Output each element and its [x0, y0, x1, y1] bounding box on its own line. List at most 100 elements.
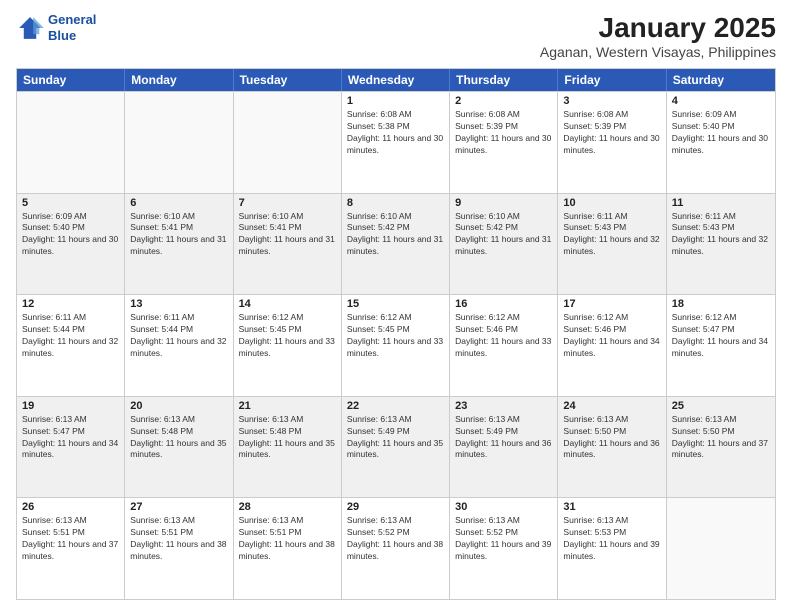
- day-info: Sunrise: 6:10 AM Sunset: 5:41 PM Dayligh…: [239, 211, 336, 259]
- day-number: 14: [239, 298, 336, 310]
- cal-cell: 15 Sunrise: 6:12 AM Sunset: 5:45 PM Dayli…: [342, 295, 450, 396]
- cal-cell: 28 Sunrise: 6:13 AM Sunset: 5:51 PM Dayli…: [234, 498, 342, 599]
- day-info: Sunrise: 6:13 AM Sunset: 5:51 PM Dayligh…: [239, 515, 336, 563]
- cal-cell: 13 Sunrise: 6:11 AM Sunset: 5:44 PM Dayli…: [125, 295, 233, 396]
- day-number: 4: [672, 95, 770, 107]
- day-info: Sunrise: 6:09 AM Sunset: 5:40 PM Dayligh…: [22, 211, 119, 259]
- cal-cell: 25 Sunrise: 6:13 AM Sunset: 5:50 PM Dayli…: [667, 397, 775, 498]
- day-info: Sunrise: 6:12 AM Sunset: 5:46 PM Dayligh…: [455, 312, 552, 360]
- cal-cell: 30Sunrise: 6:13 AM Sunset: 5:52 PM Dayli…: [450, 498, 558, 599]
- cal-cell: 16Sunrise: 6:12 AM Sunset: 5:46 PM Dayli…: [450, 295, 558, 396]
- cal-cell: [125, 92, 233, 193]
- header-monday: Monday: [125, 69, 233, 91]
- week-row-3: 19Sunrise: 6:13 AM Sunset: 5:47 PM Dayli…: [17, 396, 775, 498]
- day-number: 22: [347, 400, 444, 412]
- day-info: Sunrise: 6:13 AM Sunset: 5:50 PM Dayligh…: [672, 414, 770, 462]
- cal-cell: 5 Sunrise: 6:09 AM Sunset: 5:40 PM Daylig…: [17, 194, 125, 295]
- cal-cell: 26 Sunrise: 6:13 AM Sunset: 5:51 PM Dayli…: [17, 498, 125, 599]
- day-number: 21: [239, 400, 336, 412]
- day-info: Sunrise: 6:13 AM Sunset: 5:49 PM Dayligh…: [455, 414, 552, 462]
- day-number: 10: [563, 197, 660, 209]
- day-number: 8: [347, 197, 444, 209]
- day-info: Sunrise: 6:13 AM Sunset: 5:49 PM Dayligh…: [347, 414, 444, 462]
- week-row-2: 12 Sunrise: 6:11 AM Sunset: 5:44 PM Dayli…: [17, 294, 775, 396]
- cal-cell: [667, 498, 775, 599]
- week-row-1: 5 Sunrise: 6:09 AM Sunset: 5:40 PM Daylig…: [17, 193, 775, 295]
- day-info: Sunrise: 6:13 AM Sunset: 5:52 PM Dayligh…: [455, 515, 552, 563]
- day-info: Sunrise: 6:13 AM Sunset: 5:51 PM Dayligh…: [22, 515, 119, 563]
- day-number: 28: [239, 501, 336, 513]
- cal-cell: 1 Sunrise: 6:08 AM Sunset: 5:38 PM Daylig…: [342, 92, 450, 193]
- day-info: Sunrise: 6:11 AM Sunset: 5:44 PM Dayligh…: [130, 312, 227, 360]
- day-number: 6: [130, 197, 227, 209]
- cal-cell: 12 Sunrise: 6:11 AM Sunset: 5:44 PM Dayli…: [17, 295, 125, 396]
- week-row-0: 1 Sunrise: 6:08 AM Sunset: 5:38 PM Daylig…: [17, 91, 775, 193]
- day-number: 26: [22, 501, 119, 513]
- day-info: Sunrise: 6:12 AM Sunset: 5:46 PM Dayligh…: [563, 312, 660, 360]
- cal-cell: [234, 92, 342, 193]
- day-number: 24: [563, 400, 660, 412]
- day-info: Sunrise: 6:12 AM Sunset: 5:45 PM Dayligh…: [239, 312, 336, 360]
- day-info: Sunrise: 6:11 AM Sunset: 5:44 PM Dayligh…: [22, 312, 119, 360]
- cal-cell: 21 Sunrise: 6:13 AM Sunset: 5:48 PM Dayli…: [234, 397, 342, 498]
- page: General Blue January 2025 Aganan, Wester…: [0, 0, 792, 612]
- header-sunday: Sunday: [17, 69, 125, 91]
- cal-cell: 20 Sunrise: 6:13 AM Sunset: 5:48 PM Dayli…: [125, 397, 233, 498]
- cal-cell: 27Sunrise: 6:13 AM Sunset: 5:51 PM Dayli…: [125, 498, 233, 599]
- cal-cell: 23Sunrise: 6:13 AM Sunset: 5:49 PM Dayli…: [450, 397, 558, 498]
- logo-icon: [16, 14, 44, 42]
- cal-cell: 29Sunrise: 6:13 AM Sunset: 5:52 PM Dayli…: [342, 498, 450, 599]
- day-number: 31: [563, 501, 660, 513]
- day-info: Sunrise: 6:13 AM Sunset: 5:48 PM Dayligh…: [130, 414, 227, 462]
- day-info: Sunrise: 6:10 AM Sunset: 5:42 PM Dayligh…: [347, 211, 444, 259]
- day-number: 15: [347, 298, 444, 310]
- day-number: 20: [130, 400, 227, 412]
- title-block: January 2025 Aganan, Western Visayas, Ph…: [540, 12, 776, 60]
- day-info: Sunrise: 6:13 AM Sunset: 5:50 PM Dayligh…: [563, 414, 660, 462]
- day-number: 3: [563, 95, 660, 107]
- logo: General Blue: [16, 12, 96, 43]
- day-info: Sunrise: 6:13 AM Sunset: 5:48 PM Dayligh…: [239, 414, 336, 462]
- day-number: 29: [347, 501, 444, 513]
- day-number: 18: [672, 298, 770, 310]
- day-info: Sunrise: 6:10 AM Sunset: 5:42 PM Dayligh…: [455, 211, 552, 259]
- cal-cell: 22 Sunrise: 6:13 AM Sunset: 5:49 PM Dayli…: [342, 397, 450, 498]
- cal-cell: 10 Sunrise: 6:11 AM Sunset: 5:43 PM Dayli…: [558, 194, 666, 295]
- cal-cell: 19Sunrise: 6:13 AM Sunset: 5:47 PM Dayli…: [17, 397, 125, 498]
- day-number: 9: [455, 197, 552, 209]
- cal-cell: 3 Sunrise: 6:08 AM Sunset: 5:39 PM Daylig…: [558, 92, 666, 193]
- day-info: Sunrise: 6:13 AM Sunset: 5:51 PM Dayligh…: [130, 515, 227, 563]
- week-row-4: 26 Sunrise: 6:13 AM Sunset: 5:51 PM Dayli…: [17, 497, 775, 599]
- day-info: Sunrise: 6:13 AM Sunset: 5:53 PM Dayligh…: [563, 515, 660, 563]
- day-info: Sunrise: 6:11 AM Sunset: 5:43 PM Dayligh…: [672, 211, 770, 259]
- cal-cell: 14 Sunrise: 6:12 AM Sunset: 5:45 PM Dayli…: [234, 295, 342, 396]
- day-number: 11: [672, 197, 770, 209]
- day-number: 17: [563, 298, 660, 310]
- day-number: 12: [22, 298, 119, 310]
- header-friday: Friday: [558, 69, 666, 91]
- day-number: 5: [22, 197, 119, 209]
- day-info: Sunrise: 6:13 AM Sunset: 5:47 PM Dayligh…: [22, 414, 119, 462]
- logo-text: General Blue: [48, 12, 96, 43]
- calendar-header: SundayMondayTuesdayWednesdayThursdayFrid…: [17, 69, 775, 91]
- day-info: Sunrise: 6:09 AM Sunset: 5:40 PM Dayligh…: [672, 109, 770, 157]
- cal-cell: 8 Sunrise: 6:10 AM Sunset: 5:42 PM Daylig…: [342, 194, 450, 295]
- day-number: 13: [130, 298, 227, 310]
- day-number: 25: [672, 400, 770, 412]
- day-info: Sunrise: 6:12 AM Sunset: 5:45 PM Dayligh…: [347, 312, 444, 360]
- header-tuesday: Tuesday: [234, 69, 342, 91]
- day-info: Sunrise: 6:08 AM Sunset: 5:38 PM Dayligh…: [347, 109, 444, 157]
- cal-cell: 18 Sunrise: 6:12 AM Sunset: 5:47 PM Dayli…: [667, 295, 775, 396]
- day-info: Sunrise: 6:12 AM Sunset: 5:47 PM Dayligh…: [672, 312, 770, 360]
- day-info: Sunrise: 6:08 AM Sunset: 5:39 PM Dayligh…: [563, 109, 660, 157]
- day-number: 1: [347, 95, 444, 107]
- cal-cell: 7 Sunrise: 6:10 AM Sunset: 5:41 PM Daylig…: [234, 194, 342, 295]
- calendar: SundayMondayTuesdayWednesdayThursdayFrid…: [16, 68, 776, 600]
- day-info: Sunrise: 6:11 AM Sunset: 5:43 PM Dayligh…: [563, 211, 660, 259]
- day-number: 2: [455, 95, 552, 107]
- day-info: Sunrise: 6:08 AM Sunset: 5:39 PM Dayligh…: [455, 109, 552, 157]
- cal-cell: 17 Sunrise: 6:12 AM Sunset: 5:46 PM Dayli…: [558, 295, 666, 396]
- cal-cell: 11 Sunrise: 6:11 AM Sunset: 5:43 PM Dayli…: [667, 194, 775, 295]
- day-number: 7: [239, 197, 336, 209]
- cal-cell: 24 Sunrise: 6:13 AM Sunset: 5:50 PM Dayli…: [558, 397, 666, 498]
